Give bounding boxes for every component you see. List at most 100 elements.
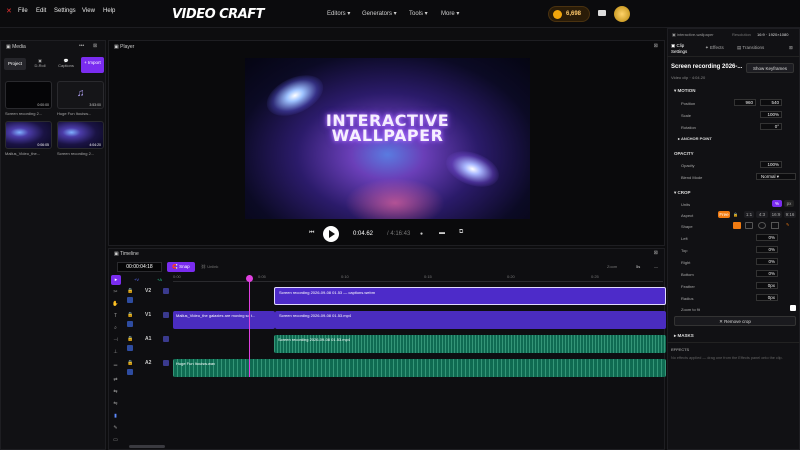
snap-toggle[interactable]: 🧲 Snap [167,262,195,272]
marker-icon[interactable]: ▮ [112,413,119,420]
show-keyframes-button[interactable]: Show Keyframes [746,63,794,73]
position-x-input[interactable]: 960 [734,99,756,106]
roll-icon[interactable]: ⇄ [112,377,119,384]
zoom-tool-icon[interactable]: ⌕ [112,325,119,332]
lock-icon[interactable]: 🔒 [127,312,133,318]
tab-captions[interactable]: 💬 Captions [55,58,77,68]
add-audio-track[interactable]: +A [157,277,162,282]
track-settings-icon[interactable] [163,360,169,366]
crop-left-input[interactable]: 0% [756,234,778,241]
aspect-4-3[interactable]: 4:3 [756,211,768,218]
shape-rect-icon[interactable] [733,222,741,229]
add-video-track[interactable]: +V [134,277,139,282]
resolution-value[interactable]: 16:9 · 1920×1080 [757,32,788,37]
more-icon[interactable]: ••• [79,43,84,49]
clip-v2-captions[interactable]: Screen recording 2026-09-08 01.53 — capt… [274,287,666,305]
play-button[interactable] [323,226,339,242]
units-px[interactable]: px [784,200,794,207]
hand-icon[interactable]: ✋ [112,301,119,308]
close-icon[interactable]: ⊠ [789,45,793,51]
eye-icon[interactable] [127,297,133,303]
clip-a1[interactable]: Screen recording 2026-09-08 01.53.mp4 [274,335,666,353]
lock-icon[interactable]: 🔒 [127,336,133,342]
blend-mode-select[interactable]: Normal ▾ [756,173,796,180]
tab-project[interactable]: Project [4,58,26,70]
menu-edit[interactable]: Edit [36,8,46,14]
slide-icon[interactable]: ⇋ [112,401,119,408]
inbox-icon[interactable] [598,10,606,16]
crop-header[interactable]: ▾ CROP [674,190,691,196]
nav-editors[interactable]: Editors ▾ [327,10,350,17]
nav-more[interactable]: More ▾ [441,10,459,17]
fullscreen-icon[interactable]: ▬ [439,230,445,236]
zoom-to-fit-checkbox[interactable] [790,305,796,311]
trim-icon[interactable]: ⊥ [112,349,119,356]
loop-icon[interactable]: ● [420,231,423,237]
zoom-out-icon[interactable]: — [654,264,658,269]
skip-back-icon[interactable]: ⏮ [309,230,314,237]
menu-help[interactable]: Help [103,8,115,14]
rotation-input[interactable]: 0° [760,123,782,130]
media-thumb[interactable]: ♫ 3:53:00 [57,81,104,109]
opacity-input[interactable]: 100% [760,161,782,168]
menu-settings[interactable]: Settings [54,8,76,14]
crop-top-input[interactable]: 0% [756,246,778,253]
timecode-display[interactable]: 00:00:04:18 [117,262,162,272]
menu-file[interactable]: File [18,8,28,14]
clip-v1-galaxy[interactable]: Mallus_Video_the galaxies are moving so … [173,311,275,329]
split-icon[interactable]: ⊣ [112,337,119,344]
avatar[interactable] [614,6,630,22]
crop-bottom-input[interactable]: 0% [756,270,778,277]
track-settings-icon[interactable] [163,312,169,318]
aspect-lock-icon[interactable]: 🔒 [733,212,738,217]
radius-input[interactable]: 0px [756,294,778,301]
mute-icon[interactable] [127,345,133,351]
opacity-header[interactable]: OPACITY [674,151,694,156]
motion-header[interactable]: ▾ MOTION [674,88,696,94]
position-y-input[interactable]: 540 [760,99,782,106]
nav-tools[interactable]: Tools ▾ [409,10,428,17]
close-icon[interactable]: ⊠ [654,43,658,49]
text-tool-icon[interactable]: T [112,313,119,320]
clip-v1-screen[interactable]: Screen recording 2026-09-08 01.53.mp4 [275,311,666,329]
link-icon[interactable]: ▭ [112,437,119,444]
lock-icon[interactable]: 🔒 [127,288,133,294]
tab-effects[interactable]: ✦ Effects [705,45,724,51]
slip-icon[interactable]: ⇆ [112,389,119,396]
app-menu-icon[interactable]: ✕ [6,7,12,15]
shape-circle-icon[interactable] [758,222,766,229]
track-settings-icon[interactable] [163,336,169,342]
nav-generators[interactable]: Generators ▾ [362,10,397,17]
aspect-1-1[interactable]: 1:1 [744,211,754,218]
tab-transitions[interactable]: ▤ Transitions [737,45,764,51]
crop-right-input[interactable]: 0% [756,258,778,265]
media-thumb[interactable]: 0:06:05 [5,121,52,149]
playhead-handle[interactable] [246,275,253,282]
feather-input[interactable]: 0px [756,282,778,289]
remove-crop-button[interactable]: ✕ Remove crop [674,316,796,326]
unlink-button[interactable]: ⛓ Unlink [201,264,218,269]
eye-icon[interactable] [127,321,133,327]
credits-badge[interactable]: 6,698 [548,6,590,22]
media-thumb[interactable]: 0:00:00 [5,81,52,109]
tab-clip-settings[interactable]: ▣ Clip Settings [671,43,701,54]
shape-custom-icon[interactable]: ✎ [786,222,789,227]
timeline-scrollbar[interactable] [129,445,165,448]
aspect-16-9[interactable]: 16:9 [770,211,782,218]
mute-icon[interactable] [127,369,133,375]
anchor-point-header[interactable]: ▸ ANCHOR POINT [678,136,712,141]
import-button[interactable]: + Import [81,57,104,73]
close-icon[interactable]: ⊠ [654,250,658,256]
shape-rounded-icon[interactable] [745,222,753,229]
razor-icon[interactable]: ✂ [112,289,119,296]
tool-select[interactable]: ▸ [111,275,121,285]
pip-icon[interactable]: ⧉ [459,229,463,236]
pen-icon[interactable]: ✎ [112,425,119,432]
media-thumb[interactable]: 4:04:20 [57,121,104,149]
aspect-9-16[interactable]: 9:16 [784,211,796,218]
shape-diamond-icon[interactable] [771,222,779,229]
close-icon[interactable]: ⊠ [93,43,97,49]
ripple-icon[interactable]: ═ [112,363,119,370]
zoom-select[interactable]: 5s [636,264,640,269]
video-preview[interactable]: INTERACTIVE WALLPAPER [245,58,530,219]
